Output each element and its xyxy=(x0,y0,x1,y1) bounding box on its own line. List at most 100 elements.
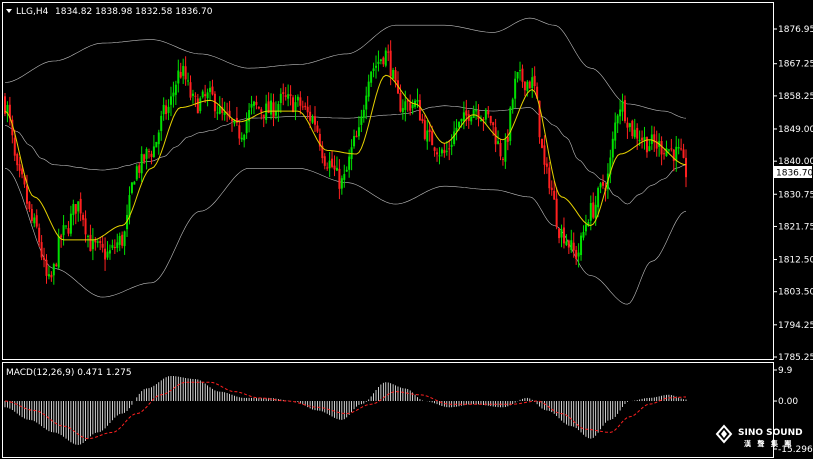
candle-body xyxy=(196,98,199,114)
candle-body xyxy=(497,141,500,144)
price-axis-label: 1812.50 xyxy=(778,256,813,266)
candle-body xyxy=(96,241,99,243)
candle-body xyxy=(611,138,614,158)
candle-body xyxy=(28,201,31,209)
candle-body xyxy=(150,153,153,157)
candle-body xyxy=(45,259,48,276)
candle-body xyxy=(172,92,175,97)
candle-body xyxy=(677,147,680,149)
candle-body xyxy=(543,145,546,165)
candle-body xyxy=(418,100,421,121)
candle-body xyxy=(140,153,143,174)
candle-body xyxy=(35,215,38,227)
candle-body xyxy=(577,252,580,257)
candle-body xyxy=(492,122,495,126)
candle-body xyxy=(675,146,678,161)
candle-body xyxy=(514,78,517,99)
candle-body xyxy=(462,112,465,122)
candle-body xyxy=(33,217,36,224)
chart-background xyxy=(0,0,813,459)
macd-axis-label: 9.9 xyxy=(778,366,793,376)
candle-body xyxy=(67,228,70,234)
candle-body xyxy=(191,93,194,96)
candle-body xyxy=(375,65,378,68)
candle-body xyxy=(84,218,87,235)
candle-body xyxy=(182,65,185,76)
candle-body xyxy=(277,103,280,112)
candle-body xyxy=(638,139,641,142)
candle-body xyxy=(399,93,402,112)
candle-body xyxy=(309,111,312,121)
candle-body xyxy=(685,157,687,178)
candle-body xyxy=(682,149,685,158)
candle-body xyxy=(394,70,397,82)
candle-body xyxy=(199,98,202,112)
candle-body xyxy=(74,204,77,214)
candle-body xyxy=(411,104,414,109)
candle-body xyxy=(316,125,319,132)
candle-body xyxy=(521,68,524,82)
candle-body xyxy=(262,114,265,118)
candle-body xyxy=(377,61,380,65)
candle-body xyxy=(270,100,273,115)
ohlc-label: 1834.82 1838.98 1832.58 1836.70 xyxy=(55,7,213,17)
candle-body xyxy=(201,91,204,98)
candle-body xyxy=(379,59,382,62)
candle-body xyxy=(641,137,644,141)
candle-body xyxy=(548,167,551,189)
candle-body xyxy=(487,111,490,115)
candle-body xyxy=(50,274,53,278)
candle-body xyxy=(18,164,21,171)
candle-body xyxy=(77,201,80,212)
candle-body xyxy=(597,188,600,208)
candle-body xyxy=(340,178,343,189)
candle-body xyxy=(335,167,338,171)
candle-body xyxy=(304,105,307,108)
candle-body xyxy=(155,141,158,148)
candle-body xyxy=(440,149,443,154)
candle-body xyxy=(592,202,595,218)
price-axis-label: 1794.25 xyxy=(778,321,813,331)
price-chart[interactable]: 1876.95 1867.25 1858.25 1849.00 1840.00 1830.… xyxy=(0,0,813,459)
candle-body xyxy=(475,110,478,112)
macd-label: MACD(12,26,9) 0.471 1.275 xyxy=(6,368,132,378)
candle-body xyxy=(123,231,126,247)
candle-body xyxy=(47,274,50,277)
candle-body xyxy=(187,80,190,82)
candle-body xyxy=(501,158,504,160)
candle-body xyxy=(509,107,512,141)
macd-axis-label: 0.00 xyxy=(778,397,798,407)
candle-body xyxy=(218,106,221,114)
candle-body xyxy=(72,203,75,216)
candle-body xyxy=(602,181,605,186)
price-axis-label: 1840.00 xyxy=(778,157,813,167)
candle-body xyxy=(365,95,368,110)
candle-body xyxy=(38,227,41,243)
candle-body xyxy=(392,69,395,79)
candle-body xyxy=(30,208,33,221)
candle-body xyxy=(328,160,331,169)
candle-body xyxy=(86,235,89,237)
candle-body xyxy=(484,109,487,120)
candle-body xyxy=(60,235,63,238)
candle-body xyxy=(343,174,346,180)
candle-body xyxy=(528,81,531,89)
candle-body xyxy=(148,151,151,153)
candle-body xyxy=(555,198,558,227)
candle-body xyxy=(238,125,241,139)
candle-body xyxy=(223,112,226,116)
candle-body xyxy=(287,94,290,99)
candle-body xyxy=(323,156,326,166)
candle-body xyxy=(331,158,334,167)
candle-body xyxy=(516,71,519,79)
candle-body xyxy=(567,240,570,248)
candle-body xyxy=(504,139,507,162)
candle-body xyxy=(621,101,624,112)
candle-body xyxy=(135,166,138,180)
candle-body xyxy=(506,136,509,142)
candle-body xyxy=(458,121,460,128)
candle-body xyxy=(648,146,651,152)
price-axis-label: 1830.75 xyxy=(778,190,813,200)
candle-body xyxy=(292,97,295,113)
candle-body xyxy=(443,149,446,154)
